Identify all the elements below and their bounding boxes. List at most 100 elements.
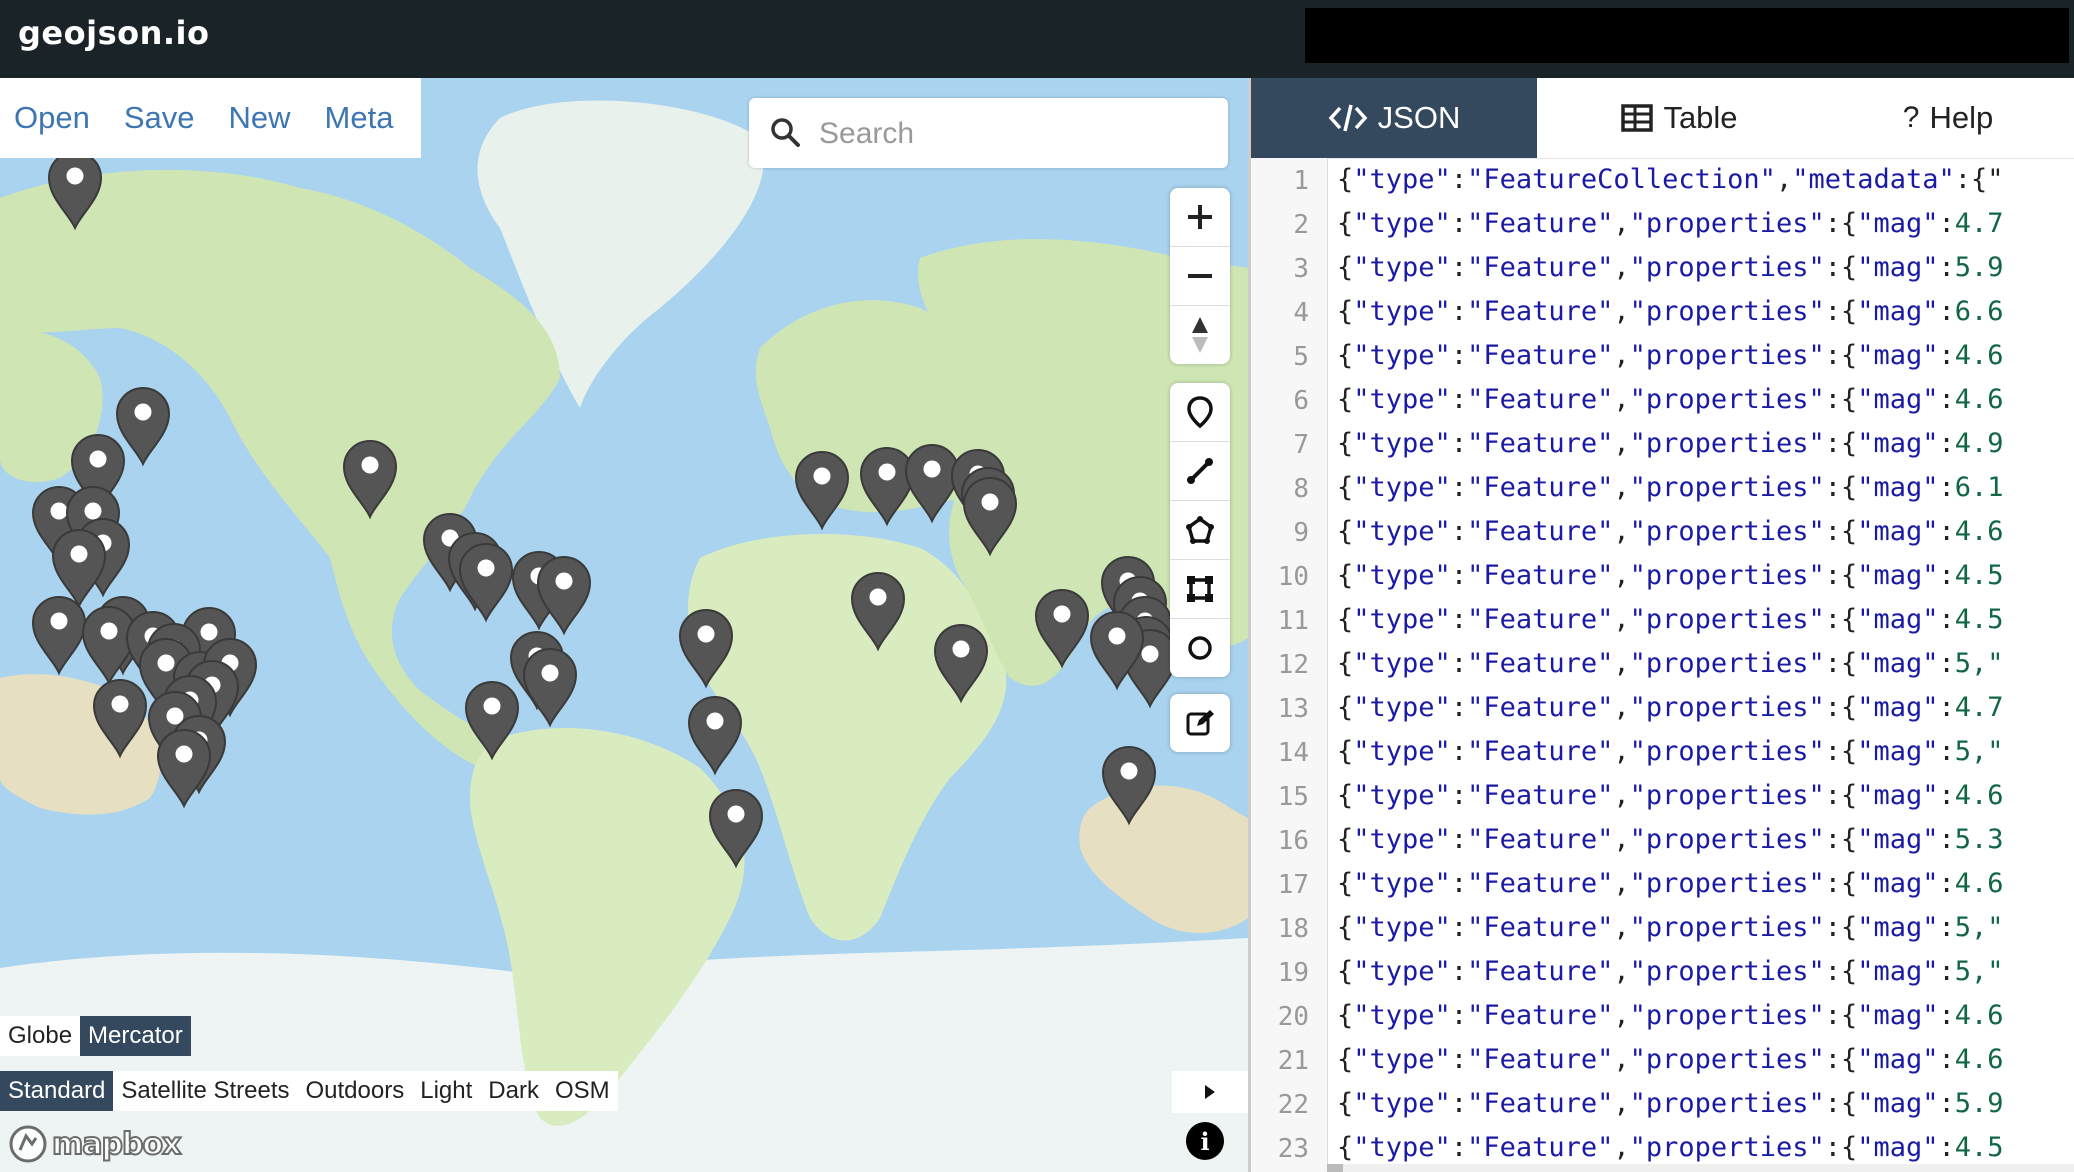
line-number: 1 [1293,166,1309,196]
map-style-switch: Standard Satellite Streets Outdoors Ligh… [0,1071,618,1111]
draw-rectangle-button[interactable] [1170,560,1230,619]
code-line[interactable]: {"type":"Feature","properties":{"mag":4.… [1337,560,2004,591]
line-number-gutter: 1 2 3 4 5 6 7 8 9 10 11 12 13 14 15 16 17 18 19 20 21 22 23 [1251,158,1328,1172]
style-dark[interactable]: Dark [480,1071,547,1111]
line-number: 23 [1277,1134,1309,1164]
top-header: geojson.io [0,0,2074,78]
edit-button[interactable] [1170,694,1230,752]
zoom-in-button[interactable] [1170,188,1230,247]
projection-globe[interactable]: Globe [0,1016,81,1056]
mapbox-mark-icon [9,1125,47,1163]
user-bar [1305,8,2069,63]
draw-circle-button[interactable] [1170,619,1230,677]
line-number: 21 [1277,1046,1309,1076]
line-number: 13 [1277,694,1309,724]
line-number: 6 [1293,386,1309,416]
code-line[interactable]: {"type":"Feature","properties":{"mag":4.… [1337,780,2004,811]
zoom-controls [1170,188,1230,364]
map-canvas[interactable] [0,78,1248,1172]
code-line[interactable]: {"type":"Feature","properties":{"mag":4.… [1337,604,2004,635]
compass-icon [1192,317,1208,353]
code-line[interactable]: {"type":"Feature","properties":{"mag":5,… [1337,648,2004,679]
code-line[interactable]: {"type":"Feature","properties":{"mag":4.… [1337,1132,2004,1163]
code-line[interactable]: {"type":"Feature","properties":{"mag":5,… [1337,912,2004,943]
side-panel: JSON Table ? Help 1 2 3 4 5 6 7 8 9 10 11 12 13 14 15 1… [1251,78,2074,1172]
code-line[interactable]: {"type":"Feature","properties":{"mag":5.… [1337,824,2004,855]
style-satellite-streets[interactable]: Satellite Streets [113,1071,297,1111]
tab-json[interactable]: JSON [1251,78,1537,158]
menu-meta[interactable]: Meta [311,100,414,136]
style-outdoors[interactable]: Outdoors [298,1071,413,1111]
style-osm[interactable]: OSM [547,1071,618,1111]
mapbox-logo[interactable]: mapbox [8,1124,182,1164]
code-line[interactable]: {"type":"Feature","properties":{"mag":4.… [1337,1000,2004,1031]
code-line[interactable]: {"type":"Feature","properties":{"mag":6.… [1337,296,2004,327]
edit-controls [1170,694,1230,752]
collapse-panel-button[interactable] [1172,1071,1248,1113]
json-editor[interactable]: 1 2 3 4 5 6 7 8 9 10 11 12 13 14 15 16 17 18 19 20 21 22 23 {"… [1251,158,2074,1172]
caret-right-icon [1205,1085,1215,1099]
line-number: 5 [1293,342,1309,372]
menu-new[interactable]: New [215,100,311,136]
style-light[interactable]: Light [412,1071,480,1111]
draw-line-button[interactable] [1170,442,1230,501]
code-line[interactable]: {"type":"Feature","properties":{"mag":4.… [1337,692,2004,723]
zoom-out-button[interactable] [1170,247,1230,306]
draw-polygon-button[interactable] [1170,501,1230,560]
code-line[interactable]: {"type":"Feature","properties":{"mag":4.… [1337,516,2004,547]
code-line[interactable]: {"type":"Feature","properties":{"mag":6.… [1337,472,2004,503]
rectangle-icon [1187,576,1213,602]
world-map[interactable] [0,78,1248,1172]
code-line[interactable]: {"type":"Feature","properties":{"mag":5,… [1337,956,2004,987]
mapbox-logo-text: mapbox [51,1126,182,1163]
compass-button[interactable] [1170,306,1230,364]
table-icon [1621,104,1654,132]
scrollbar-thumb[interactable] [1327,1164,1343,1172]
tab-table[interactable]: Table [1537,78,1822,158]
code-line[interactable]: {"type":"Feature","properties":{"mag":4.… [1337,868,2004,899]
line-number: 12 [1277,650,1309,680]
search-input[interactable] [817,108,1211,160]
code-line[interactable]: {"type":"Feature","properties":{"mag":4.… [1337,208,2004,239]
code-line[interactable]: {"type":"Feature","properties":{"mag":4.… [1337,340,2004,371]
code-icon [1328,104,1368,132]
line-number: 14 [1277,738,1309,768]
line-number: 9 [1293,518,1309,548]
projection-mercator[interactable]: Mercator [80,1016,191,1056]
line-number: 8 [1293,474,1309,504]
code-line[interactable]: {"type":"FeatureCollection","metadata":{… [1337,164,2004,195]
draw-point-button[interactable] [1170,383,1230,442]
code-line[interactable]: {"type":"Feature","properties":{"mag":4.… [1337,384,2004,415]
info-icon[interactable]: i [1186,1122,1224,1160]
circle-icon [1188,636,1212,660]
line-number: 10 [1277,562,1309,592]
file-menu: Open Save New Meta [0,78,422,158]
minus-icon [1188,274,1212,278]
question-icon: ? [1902,101,1920,134]
line-number: 4 [1293,298,1309,328]
code-line[interactable]: {"type":"Feature","properties":{"mag":4.… [1337,428,2004,459]
line-number: 16 [1277,826,1309,856]
line-number: 3 [1293,254,1309,284]
menu-open[interactable]: Open [0,100,110,136]
projection-switch: Globe Mercator [0,1016,191,1056]
line-icon [1187,458,1213,484]
line-number: 2 [1293,210,1309,240]
code-line[interactable]: {"type":"Feature","properties":{"mag":5.… [1337,252,2004,283]
tab-json-label: JSON [1377,100,1461,135]
tab-help[interactable]: ? Help [1822,78,2074,158]
line-number: 7 [1293,430,1309,460]
menu-save[interactable]: Save [110,100,215,136]
code-line[interactable]: {"type":"Feature","properties":{"mag":4.… [1337,1044,2004,1075]
search-box[interactable] [749,98,1228,168]
code-line[interactable]: {"type":"Feature","properties":{"mag":5,… [1337,736,2004,767]
panel-tabs: JSON Table ? Help [1251,78,2074,159]
style-standard[interactable]: Standard [0,1071,114,1111]
draw-controls [1170,383,1230,677]
app-logo[interactable]: geojson.io [18,14,209,52]
code-line[interactable]: {"type":"Feature","properties":{"mag":5.… [1337,1088,2004,1119]
horizontal-scrollbar[interactable] [1327,1164,2074,1172]
marker-icon [1187,396,1213,429]
line-number: 15 [1277,782,1309,812]
line-number: 17 [1277,870,1309,900]
